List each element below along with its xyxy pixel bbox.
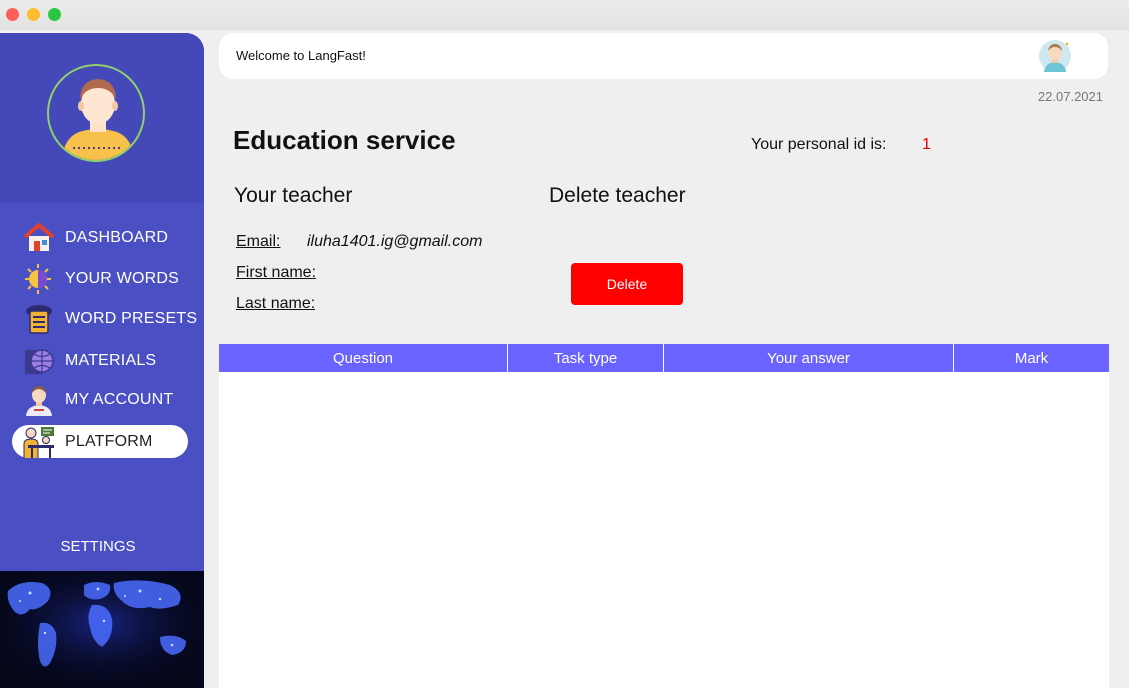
welcome-message: Welcome to LangFast! xyxy=(236,48,366,63)
sidebar-item-platform[interactable]: PLATFORM xyxy=(12,425,188,458)
email-label: Email: xyxy=(236,233,281,250)
sidebar-item-label: WORD PRESETS xyxy=(65,310,198,327)
last-name-label: Last name: xyxy=(236,295,316,312)
minimize-window-button[interactable] xyxy=(27,8,40,21)
page-title: Education service xyxy=(233,125,456,155)
personal-id-value: 1 xyxy=(922,136,931,153)
profile-avatar[interactable] xyxy=(47,64,145,162)
platform-icon xyxy=(22,425,56,458)
sidebar-item-dashboard[interactable]: DASHBOARD xyxy=(0,221,204,255)
words-icon xyxy=(22,263,56,295)
sidebar-item-label: MATERIALS xyxy=(65,352,157,369)
window-titlebar xyxy=(0,0,1129,30)
sidebar-item-label: YOUR WORDS xyxy=(65,270,179,287)
sidebar-item-my-account[interactable]: MY ACCOUNT xyxy=(0,383,204,417)
personal-id-label: Your personal id is: xyxy=(751,136,887,153)
settings-link[interactable]: SETTINGS xyxy=(0,538,196,555)
your-teacher-heading: Your teacher xyxy=(234,184,353,207)
column-header-your-answer[interactable]: Your answer xyxy=(664,344,954,372)
delete-teacher-heading: Delete teacher xyxy=(549,184,686,207)
close-window-button[interactable] xyxy=(6,8,19,21)
email-value: iluha1401.ig@gmail.com xyxy=(307,233,483,250)
column-header-question[interactable]: Question xyxy=(219,344,508,372)
sidebar: DASHBOARD YOUR WORDS WORD PRESETS MATERI… xyxy=(0,33,204,688)
sidebar-item-materials[interactable]: MATERIALS xyxy=(0,344,204,378)
sidebar-item-word-presets[interactable]: WORD PRESETS xyxy=(0,302,204,336)
sidebar-item-your-words[interactable]: YOUR WORDS xyxy=(0,262,204,296)
sidebar-item-label: DASHBOARD xyxy=(65,229,169,246)
sidebar-item-label: PLATFORM xyxy=(65,433,153,450)
column-header-task-type[interactable]: Task type xyxy=(508,344,664,372)
results-table: Question Task type Your answer Mark xyxy=(219,344,1109,688)
materials-icon xyxy=(22,345,56,377)
presets-icon xyxy=(22,303,56,335)
current-date: 22.07.2021 xyxy=(1037,89,1103,104)
user-avatar-icon xyxy=(61,79,135,160)
profile-area xyxy=(0,33,204,203)
welcome-bar: Welcome to LangFast! xyxy=(219,33,1108,79)
house-icon xyxy=(22,222,56,254)
world-map-image xyxy=(0,571,204,688)
user-profile-icon[interactable] xyxy=(1037,38,1073,74)
sidebar-item-label: MY ACCOUNT xyxy=(65,391,174,408)
delete-teacher-button[interactable]: Delete xyxy=(571,263,683,305)
account-icon xyxy=(22,384,56,416)
maximize-window-button[interactable] xyxy=(48,8,61,21)
first-name-label: First name: xyxy=(236,264,317,281)
table-header: Question Task type Your answer Mark xyxy=(219,344,1109,372)
column-header-mark[interactable]: Mark xyxy=(954,344,1109,372)
